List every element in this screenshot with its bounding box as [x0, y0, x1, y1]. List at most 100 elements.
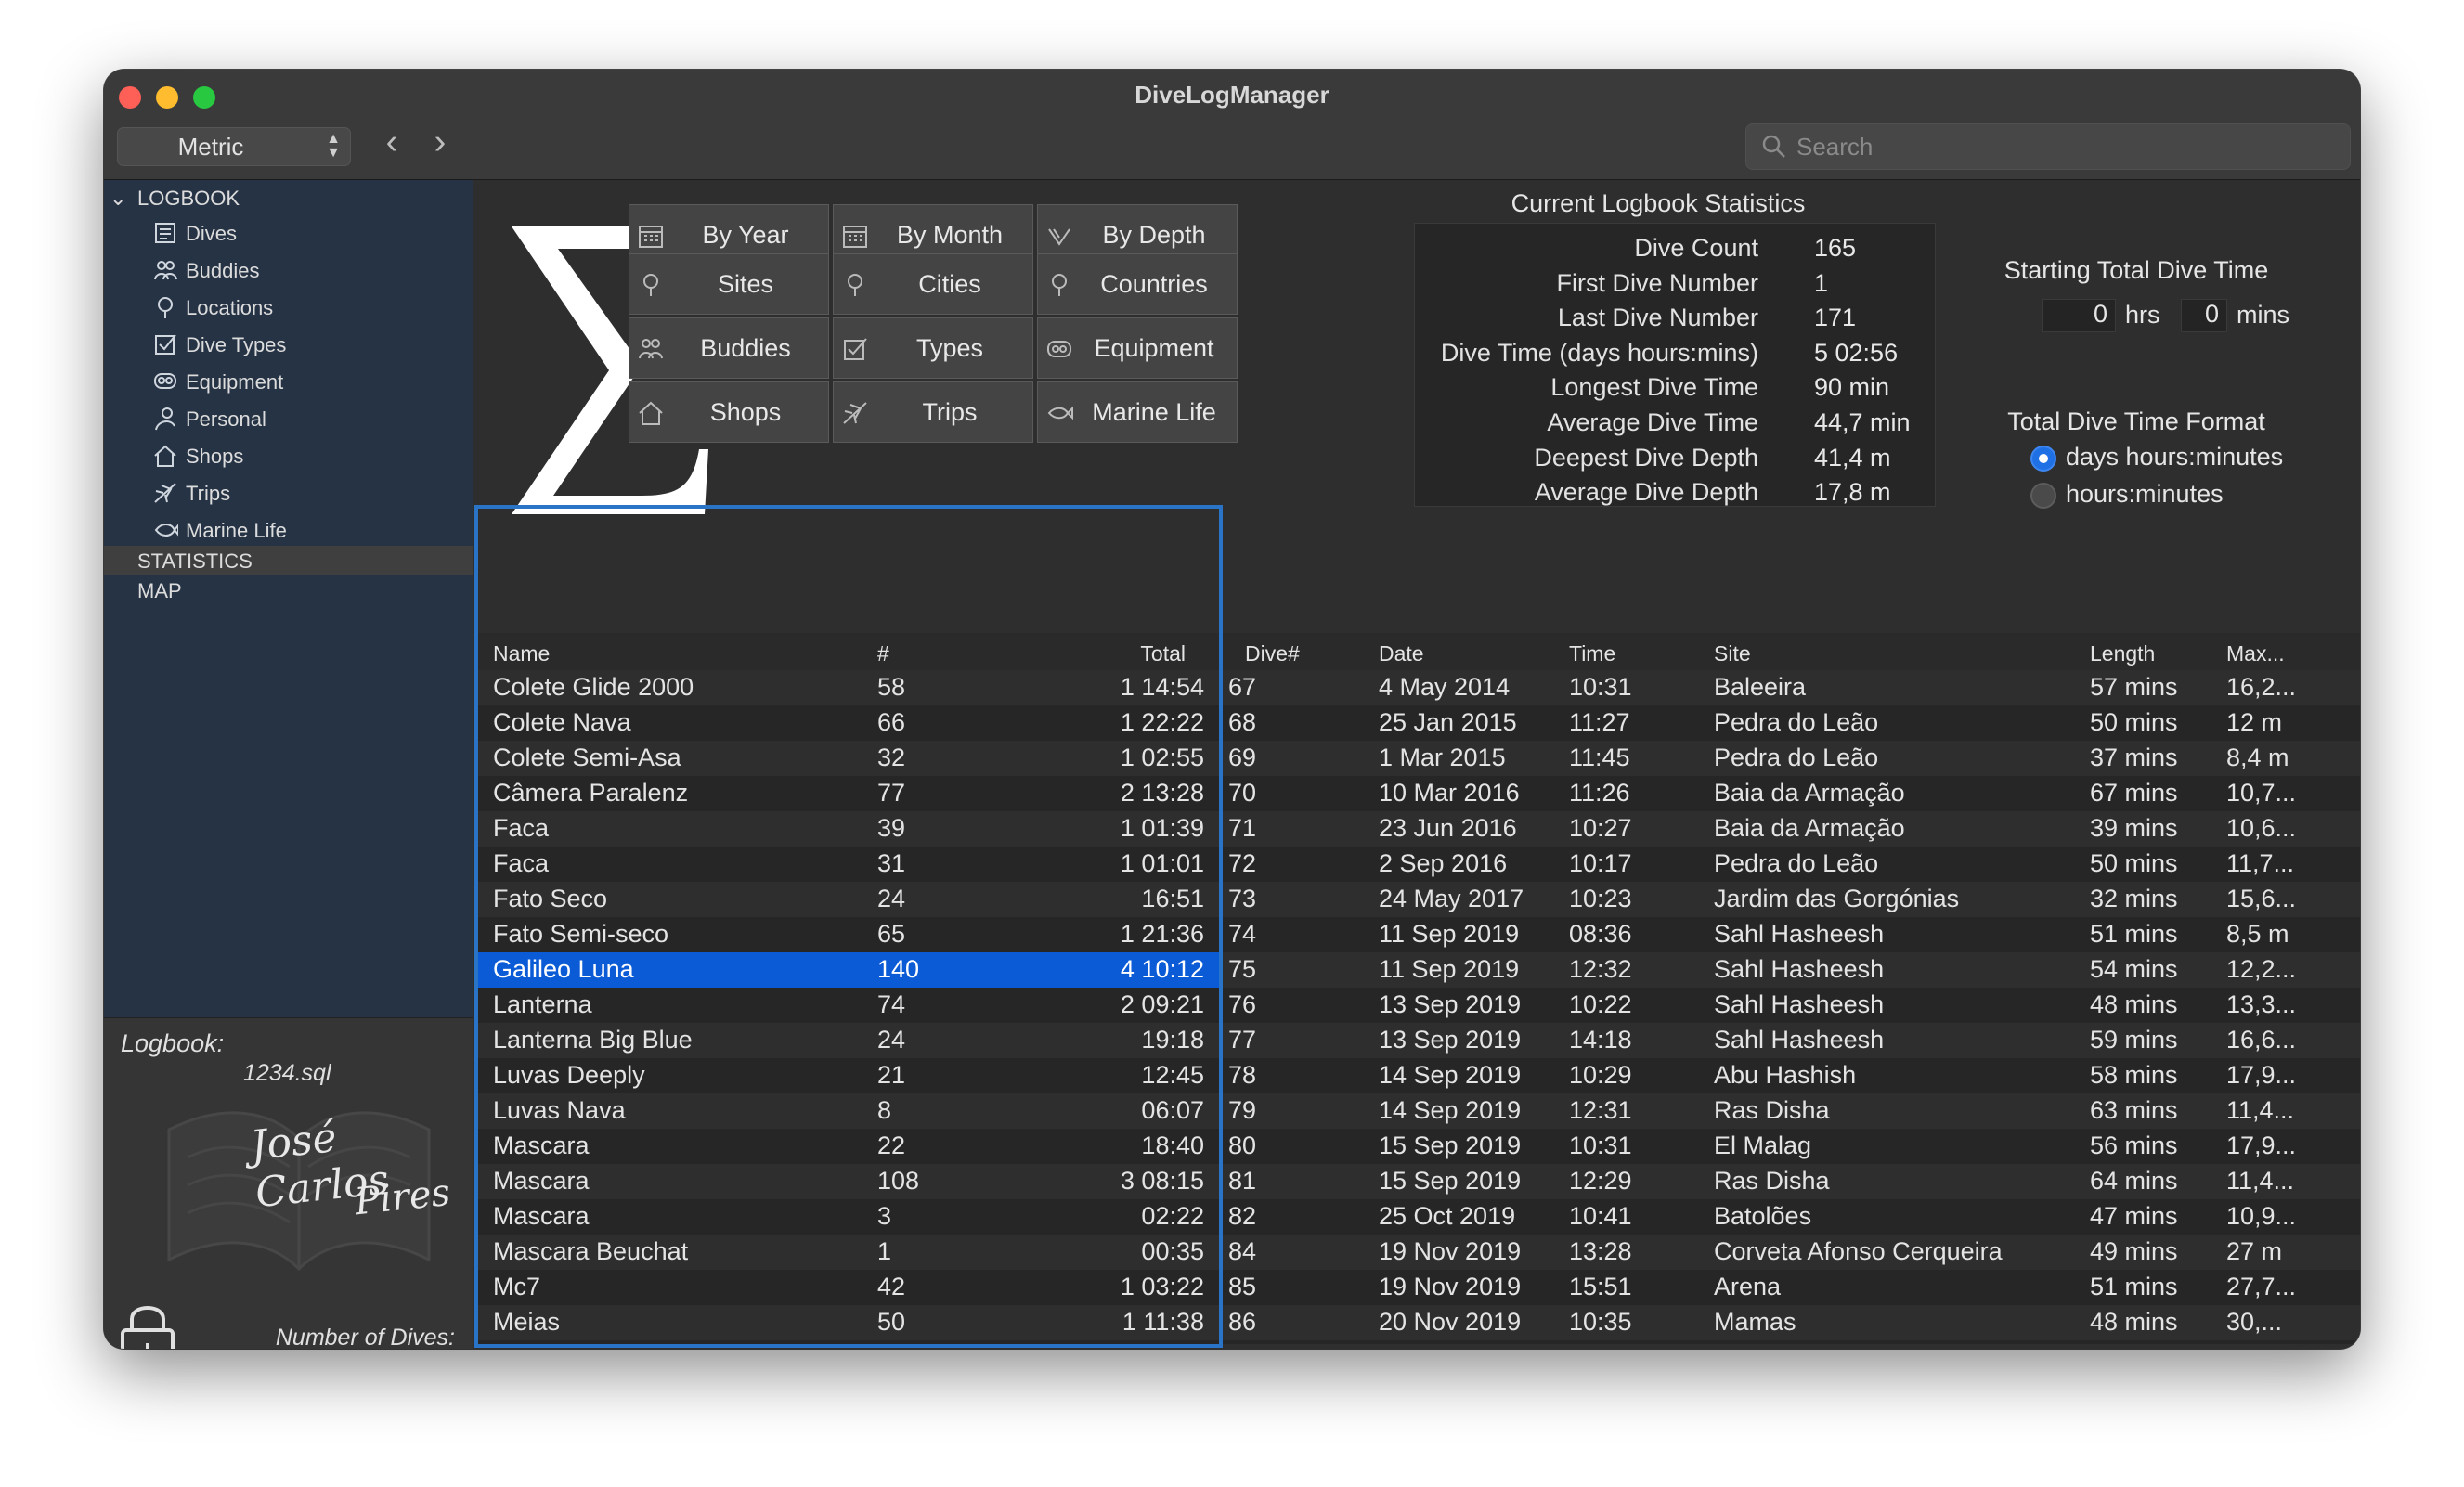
- disclosure-chevron-icon[interactable]: ⌄: [110, 187, 126, 211]
- sidebar-item-equipment[interactable]: Equipment: [104, 364, 473, 399]
- table-row[interactable]: Colete Nava 66 1 22:22: [474, 705, 1223, 741]
- sidebar-item-statistics[interactable]: STATISTICS: [104, 546, 473, 575]
- forward-chevron-icon[interactable]: ›: [421, 123, 459, 164]
- table-row[interactable]: 72 2 Sep 2016 10:17 Pedra do Leão 50 mins 11,…: [1223, 847, 2360, 882]
- table-row[interactable]: Octopus 110 3 15:25: [474, 1340, 1223, 1344]
- date-cell: 19 Nov 2019: [1379, 1273, 1522, 1300]
- table-row[interactable]: Fato Seco 24 16:51: [474, 882, 1223, 917]
- table-row[interactable]: 75 11 Sep 2019 12:32 Sahl Hasheesh 54 mins 12…: [1223, 952, 2360, 988]
- table-row[interactable]: 86 20 Nov 2019 10:35 Mamas 48 mins 30,...: [1223, 1305, 2360, 1340]
- sidebar-item-dive-types[interactable]: Dive Types: [104, 327, 473, 362]
- column-header-time[interactable]: Time: [1569, 641, 1615, 666]
- table-row[interactable]: 78 14 Sep 2019 10:29 Abu Hashish 58 mins 17,9…: [1223, 1058, 2360, 1093]
- table-row[interactable]: 67 4 May 2014 10:31 Baleeira 57 mins 16,2...: [1223, 670, 2360, 705]
- table-row[interactable]: Luvas Nava 8 06:07: [474, 1093, 1223, 1129]
- table-row[interactable]: 87 20 Nov 2019 14:53 Garajau 60 mins 28,...: [1223, 1340, 2360, 1344]
- search-input[interactable]: Search: [1745, 123, 2351, 170]
- table-row[interactable]: Mc7 42 1 03:22: [474, 1270, 1223, 1305]
- column-header-total[interactable]: Total: [1140, 641, 1186, 666]
- sidebar-logbook-header[interactable]: ⌄ LOGBOOK: [104, 180, 473, 215]
- table-row[interactable]: 80 15 Sep 2019 10:31 El Malag 56 mins 17,9...: [1223, 1129, 2360, 1164]
- column-header-name[interactable]: Name: [493, 641, 550, 666]
- sidebar-item-label: Dives: [186, 222, 238, 245]
- units-select[interactable]: Metric ▲ ▼: [117, 127, 351, 166]
- table-row[interactable]: Meias 50 1 11:38: [474, 1305, 1223, 1340]
- equipment-count-cell: 3: [877, 1202, 892, 1230]
- column-header-max-depth[interactable]: Max...: [2226, 641, 2285, 666]
- sidebar-item-label: MAP: [137, 579, 182, 602]
- table-row[interactable]: 81 15 Sep 2019 12:29 Ras Disha 64 mins 11,4..…: [1223, 1164, 2360, 1199]
- table-row[interactable]: Faca 31 1 01:01: [474, 847, 1223, 882]
- table-row[interactable]: 79 14 Sep 2019 12:31 Ras Disha 63 mins 11,4..…: [1223, 1093, 2360, 1129]
- table-row[interactable]: 68 25 Jan 2015 11:27 Pedra do Leão 50 mins 12…: [1223, 705, 2360, 741]
- sidebar-item-marine-life[interactable]: Marine Life: [104, 512, 473, 548]
- site-cell: Pedra do Leão: [1714, 849, 1879, 877]
- table-row[interactable]: Galileo Luna 140 4 10:12: [474, 952, 1223, 988]
- table-row[interactable]: 77 13 Sep 2019 14:18 Sahl Hasheesh 59 mins 16…: [1223, 1023, 2360, 1058]
- stat-label: Dive Time (days hours:mins): [1440, 338, 1758, 367]
- column-header-dive-number[interactable]: Dive#: [1245, 641, 1300, 666]
- time-cell: 10:41: [1569, 1202, 1632, 1230]
- table-row[interactable]: 73 24 May 2017 10:23 Jardim das Gorgónias 32…: [1223, 882, 2360, 917]
- table-row[interactable]: Mascara 3 02:22: [474, 1199, 1223, 1235]
- table-row[interactable]: Lanterna Big Blue 24 19:18: [474, 1023, 1223, 1058]
- back-chevron-icon[interactable]: ‹: [373, 123, 410, 164]
- date-cell: 11 Sep 2019: [1379, 920, 1520, 948]
- radio-days-hours-minutes[interactable]: [2030, 446, 2056, 472]
- time-cell: 10:22: [1569, 990, 1632, 1018]
- table-row[interactable]: Mascara Beuchat 1 00:35: [474, 1235, 1223, 1270]
- column-header-length[interactable]: Length: [2090, 641, 2155, 666]
- table-row[interactable]: 84 19 Nov 2019 13:28 Corveta Afonso Cerquei…: [1223, 1235, 2360, 1270]
- table-row[interactable]: Luvas Deeply 21 12:45: [474, 1058, 1223, 1093]
- start-mins-input[interactable]: 0: [2181, 299, 2227, 332]
- sidebar-item-trips[interactable]: Trips: [104, 475, 473, 511]
- table-row[interactable]: Mascara 22 18:40: [474, 1129, 1223, 1164]
- table-row[interactable]: Colete Glide 2000 58 1 14:54: [474, 670, 1223, 705]
- sidebar-item-dives[interactable]: Dives: [104, 215, 473, 251]
- sidebar-item-shops[interactable]: Shops: [104, 438, 473, 473]
- table-row[interactable]: Lanterna 74 2 09:21: [474, 988, 1223, 1023]
- column-header-count[interactable]: #: [877, 641, 889, 666]
- lock-icon[interactable]: [119, 1299, 176, 1349]
- sidebar-item-personal[interactable]: Personal: [104, 401, 473, 436]
- stat-button-types[interactable]: Types: [833, 317, 1033, 379]
- table-row[interactable]: Colete Semi-Asa 32 1 02:55: [474, 741, 1223, 776]
- length-cell: 50 mins: [2090, 849, 2178, 877]
- length-cell: 56 mins: [2090, 1131, 2178, 1159]
- table-row[interactable]: 71 23 Jun 2016 10:27 Baia da Armação 39 mins…: [1223, 811, 2360, 847]
- column-header-date[interactable]: Date: [1379, 641, 1424, 666]
- stat-button-buddies[interactable]: Buddies: [629, 317, 829, 379]
- radio-label: days hours:minutes: [2066, 443, 2284, 471]
- locations-icon: [158, 297, 173, 318]
- sidebar-item-map[interactable]: MAP: [104, 575, 473, 605]
- table-row[interactable]: 76 13 Sep 2019 10:22 Sahl Hasheesh 48 mins 13…: [1223, 988, 2360, 1023]
- table-row[interactable]: 74 11 Sep 2019 08:36 Sahl Hasheesh 51 mins 8,…: [1223, 917, 2360, 952]
- stat-button-countries[interactable]: Countries: [1037, 253, 1238, 315]
- table-row[interactable]: 85 19 Nov 2019 15:51 Arena 51 mins 27,7...: [1223, 1270, 2360, 1305]
- stat-button-marine-life[interactable]: Marine Life: [1037, 381, 1238, 443]
- table-row[interactable]: Câmera Paralenz 77 2 13:28: [474, 776, 1223, 811]
- stat-button-trips[interactable]: Trips: [833, 381, 1033, 443]
- column-header-site[interactable]: Site: [1714, 641, 1751, 666]
- table-row[interactable]: Faca 39 1 01:39: [474, 811, 1223, 847]
- table-row[interactable]: 69 1 Mar 2015 11:45 Pedra do Leão 37 mins 8,4…: [1223, 741, 2360, 776]
- start-hours-input[interactable]: 0: [2042, 299, 2116, 332]
- sidebar-item-locations[interactable]: Locations: [104, 290, 473, 325]
- site-cell: Sahl Hasheesh: [1714, 990, 1885, 1018]
- stat-button-shops[interactable]: Shops: [629, 381, 829, 443]
- table-row[interactable]: 82 25 Oct 2019 10:41 Batolões 47 mins 10,9...: [1223, 1199, 2360, 1235]
- stat-value: 165: [1814, 234, 1857, 262]
- date-cell: 1 Mar 2015: [1379, 744, 1506, 771]
- sidebar-item-buddies[interactable]: Buddies: [104, 252, 473, 288]
- time-cell: 11:26: [1569, 779, 1630, 807]
- table-row[interactable]: Mascara 108 3 08:15: [474, 1164, 1223, 1199]
- table-row[interactable]: Fato Semi-seco 65 1 21:36: [474, 917, 1223, 952]
- dive-number-cell: 75: [1228, 955, 1257, 983]
- length-cell: 54 mins: [2090, 955, 2178, 983]
- stat-button-equipment[interactable]: Equipment: [1037, 317, 1238, 379]
- equipment-table-body: Colete Glide 2000 58 1 14:54 Colete Nava 66 1…: [474, 670, 1223, 1344]
- stat-button-sites[interactable]: Sites: [629, 253, 829, 315]
- table-row[interactable]: 70 10 Mar 2016 11:26 Baia da Armação 67 mins…: [1223, 776, 2360, 811]
- radio-hours-minutes[interactable]: [2030, 483, 2056, 509]
- stat-button-cities[interactable]: Cities: [833, 253, 1033, 315]
